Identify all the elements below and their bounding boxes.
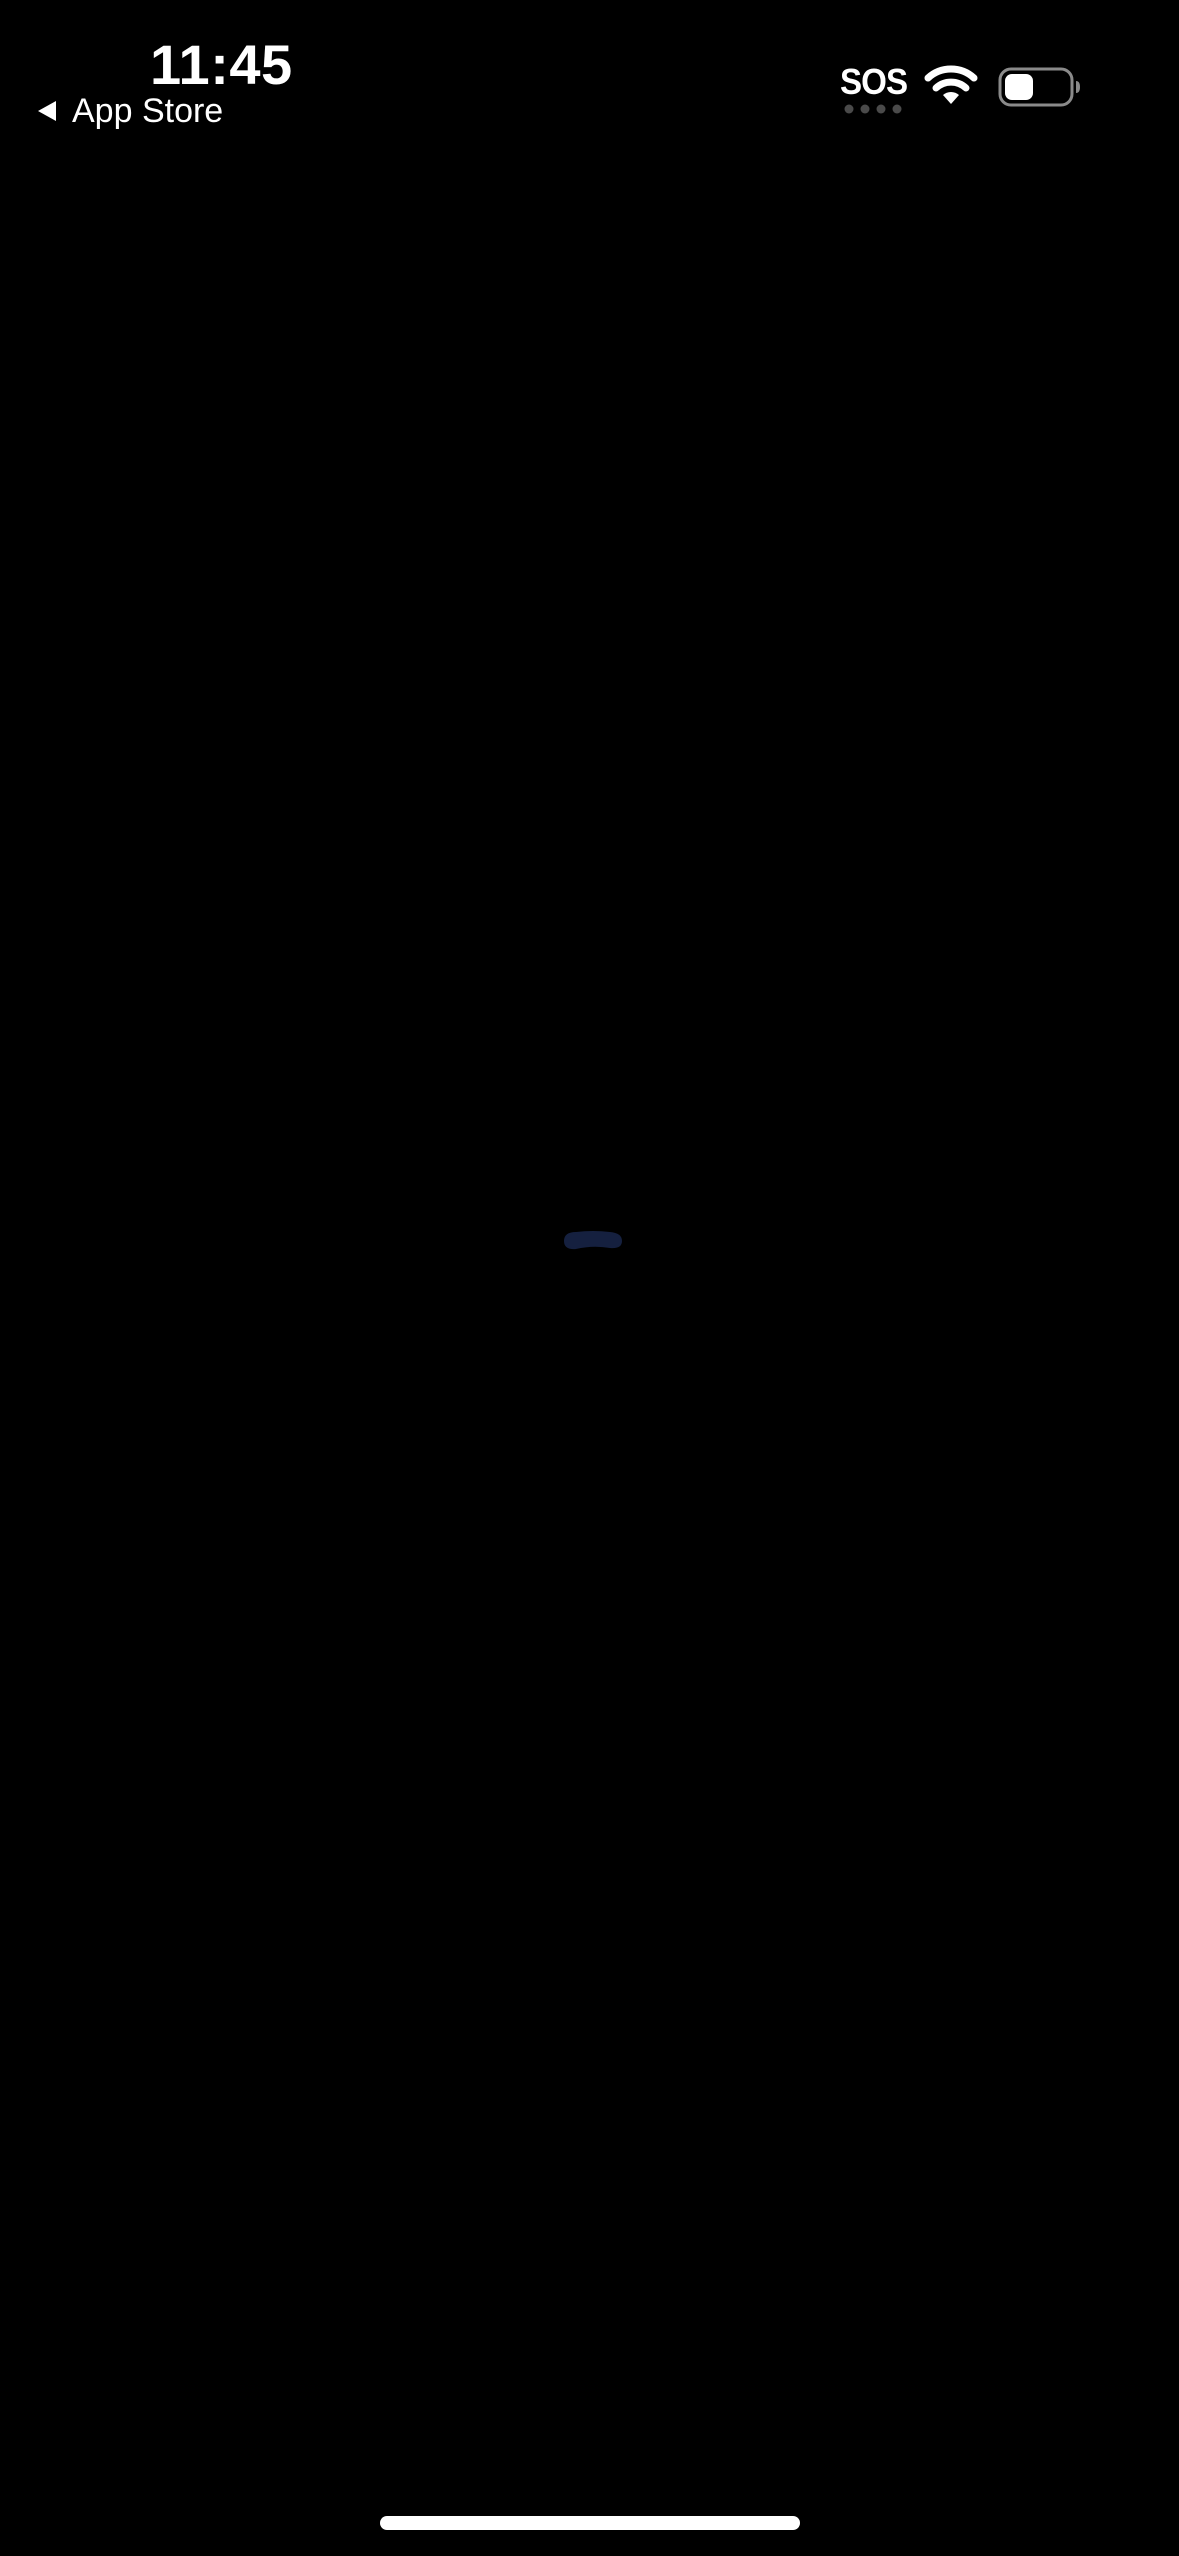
wifi-icon — [924, 65, 978, 104]
back-link-label: App Store — [72, 92, 224, 130]
battery-icon — [998, 67, 1080, 107]
home-indicator[interactable] — [380, 2516, 800, 2530]
status-bar: 11:45 App Store SOS — [0, 0, 1179, 140]
loading-spinner-icon — [564, 1231, 622, 1250]
back-triangle-icon — [38, 101, 56, 121]
status-time: 11:45 — [150, 33, 293, 96]
back-to-app-store-link[interactable]: App Store — [36, 90, 223, 132]
battery-level-fill — [1005, 74, 1033, 100]
cellular-signal-dots-icon — [844, 104, 902, 114]
sos-indicator: SOS — [840, 60, 908, 120]
sos-label: SOS — [840, 61, 908, 102]
